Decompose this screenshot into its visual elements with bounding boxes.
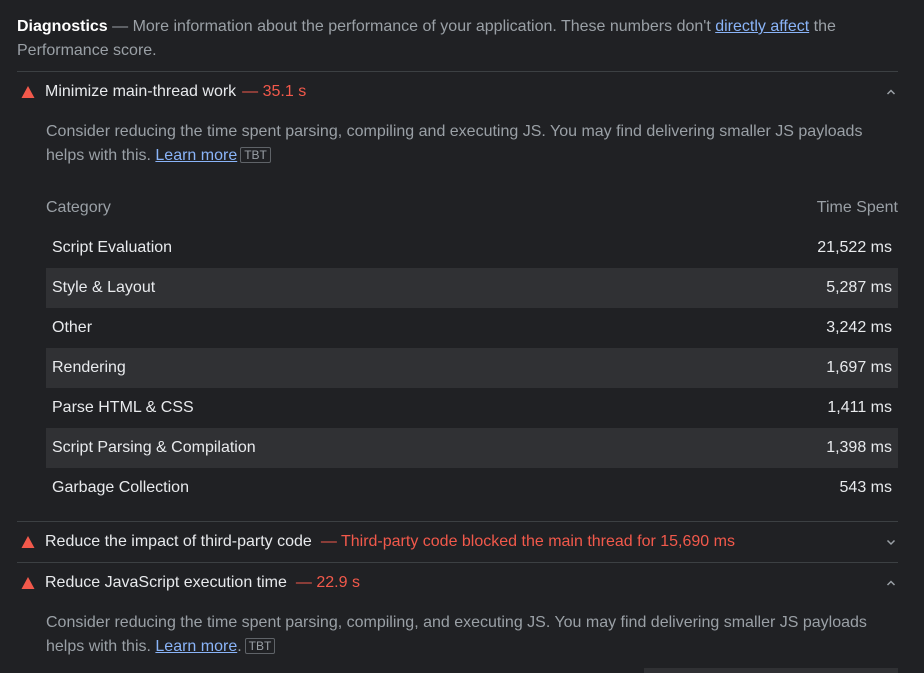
table-header: Category Time Spent (46, 188, 898, 228)
time-cell: 543 ms (839, 479, 892, 496)
warning-triangle-icon (21, 577, 35, 589)
tbt-tag: TBT (240, 147, 271, 163)
main-thread-table: Category Time Spent Script Evaluation 21… (46, 188, 898, 508)
audit-javascript-execution-time[interactable]: Reduce JavaScript execution time — 22.9 … (17, 563, 898, 603)
audit-value: — 35.1 s (242, 83, 307, 100)
learn-more-link[interactable]: Learn more (155, 638, 237, 655)
audit-title: Reduce the impact of third-party code (45, 533, 312, 550)
table-row: Parse HTML & CSS 1,411 ms (46, 388, 898, 428)
learn-more-period: . (237, 638, 242, 655)
table-row: Style & Layout 5,287 ms (46, 268, 898, 308)
warning-triangle-icon (21, 86, 35, 98)
chevron-down-icon[interactable] (884, 535, 898, 549)
table-row: Rendering 1,697 ms (46, 348, 898, 388)
diagnostics-title: Diagnostics (17, 18, 108, 35)
time-cell: 1,697 ms (826, 359, 892, 376)
table-row: Garbage Collection 543 ms (46, 468, 898, 508)
diagnostics-description: — More information about the performance… (107, 18, 716, 35)
category-cell: Script Parsing & Compilation (52, 439, 256, 456)
category-cell: Script Evaluation (52, 239, 173, 256)
audit-value: — 22.9 s (295, 574, 360, 591)
diagnostics-header: Diagnostics — More information about the… (17, 15, 897, 63)
directly-affect-link[interactable]: directly affect (715, 18, 809, 35)
category-cell: Parse HTML & CSS (52, 399, 194, 416)
tbt-tag: TBT (244, 638, 276, 654)
category-cell: Rendering (52, 359, 126, 376)
table-row: Script Parsing & Compilation 1,398 ms (46, 428, 898, 468)
audit-minimize-main-thread-work[interactable]: Minimize main-thread work — 35.1 s (17, 72, 898, 112)
category-cell: Style & Layout (52, 279, 156, 296)
chevron-up-icon[interactable] (884, 85, 898, 99)
table-row: Other 3,242 ms (46, 308, 898, 348)
audit-description: Consider reducing the time spent parsing… (46, 120, 886, 168)
time-cell: 1,411 ms (827, 399, 892, 416)
audit-description: Consider reducing the time spent parsing… (46, 611, 886, 659)
category-cell: Other (52, 319, 93, 336)
time-cell: 1,398 ms (826, 439, 892, 456)
time-cell: 21,522 ms (817, 239, 892, 256)
column-header-time-spent: Time Spent (816, 199, 898, 216)
warning-triangle-icon (21, 536, 35, 548)
audit-value: — Third-party code blocked the main thre… (320, 533, 735, 550)
audit-third-party-code[interactable]: Reduce the impact of third-party code — … (17, 522, 898, 562)
table-row: Script Evaluation 21,522 ms (46, 228, 898, 268)
time-cell: 5,287 ms (826, 279, 892, 296)
table-header-stub (644, 668, 898, 673)
audit-title: Reduce JavaScript execution time (45, 574, 287, 591)
column-header-category: Category (46, 199, 111, 216)
audit-title: Minimize main-thread work (45, 83, 237, 100)
chevron-up-icon[interactable] (884, 576, 898, 590)
learn-more-link[interactable]: Learn more (155, 147, 237, 164)
time-cell: 3,242 ms (826, 319, 892, 336)
category-cell: Garbage Collection (52, 479, 189, 496)
